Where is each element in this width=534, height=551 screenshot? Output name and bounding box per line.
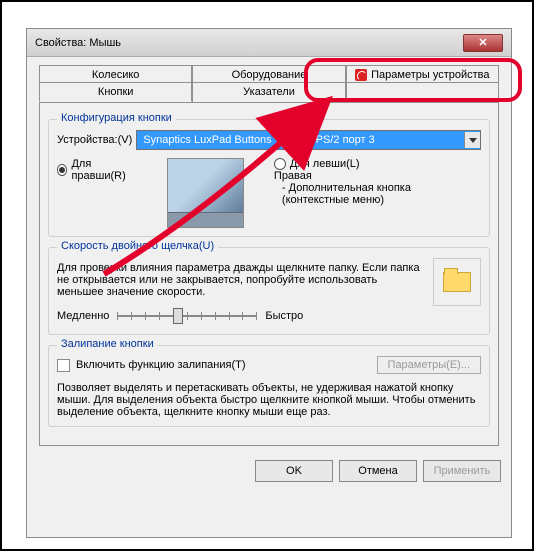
tab-buttons[interactable]: Кнопки bbox=[39, 82, 192, 102]
chevron-down-icon bbox=[464, 132, 480, 148]
window-title: Свойства: Мышь bbox=[35, 37, 121, 49]
touchpad-preview bbox=[167, 158, 244, 228]
speed-fast-label: Быстро bbox=[265, 310, 303, 322]
close-button[interactable]: ✕ bbox=[463, 34, 503, 52]
tab-empty bbox=[346, 82, 499, 102]
device-select[interactable]: Synaptics LuxPad Buttons V7.5 на PS/2 по… bbox=[136, 130, 481, 150]
right-button-info: Правая - Дополнительная кнопка (контекст… bbox=[274, 170, 481, 206]
sticky-group-title: Залипание кнопки bbox=[57, 338, 158, 350]
test-folder-icon[interactable] bbox=[433, 258, 481, 306]
device-value: Synaptics LuxPad Buttons V7.5 на PS/2 по… bbox=[143, 134, 374, 146]
radio-dot-icon bbox=[274, 158, 286, 170]
apply-button: Применить bbox=[423, 460, 501, 482]
speed-slow-label: Медленно bbox=[57, 310, 109, 322]
sticky-checkbox[interactable]: Включить функцию залипания(T) bbox=[57, 359, 246, 372]
titlebar: Свойства: Мышь ✕ bbox=[27, 29, 511, 57]
device-label: Устройства:(V) bbox=[57, 134, 132, 146]
checkbox-icon bbox=[57, 359, 70, 372]
radio-right-handed[interactable]: Для правши(R) bbox=[57, 158, 137, 182]
speed-help-text: Для проверки влияния параметра дважды ще… bbox=[57, 262, 423, 298]
synaptics-icon bbox=[355, 69, 367, 81]
radio-left-handed[interactable]: Для левши(L) bbox=[274, 158, 481, 170]
speed-group-title: Скорость двойного щелчка(U) bbox=[57, 240, 218, 252]
sticky-help-text: Позволяет выделять и перетаскивать объек… bbox=[57, 382, 481, 418]
cancel-button[interactable]: Отмена bbox=[339, 460, 417, 482]
radio-dot-icon bbox=[57, 164, 67, 176]
tab-pointers[interactable]: Указатели bbox=[192, 82, 345, 102]
config-group-title: Конфигурация кнопки bbox=[57, 112, 176, 124]
speed-slider[interactable] bbox=[117, 306, 257, 326]
ok-button[interactable]: OK bbox=[255, 460, 333, 482]
sticky-params-button: Параметры(E)... bbox=[377, 356, 481, 374]
